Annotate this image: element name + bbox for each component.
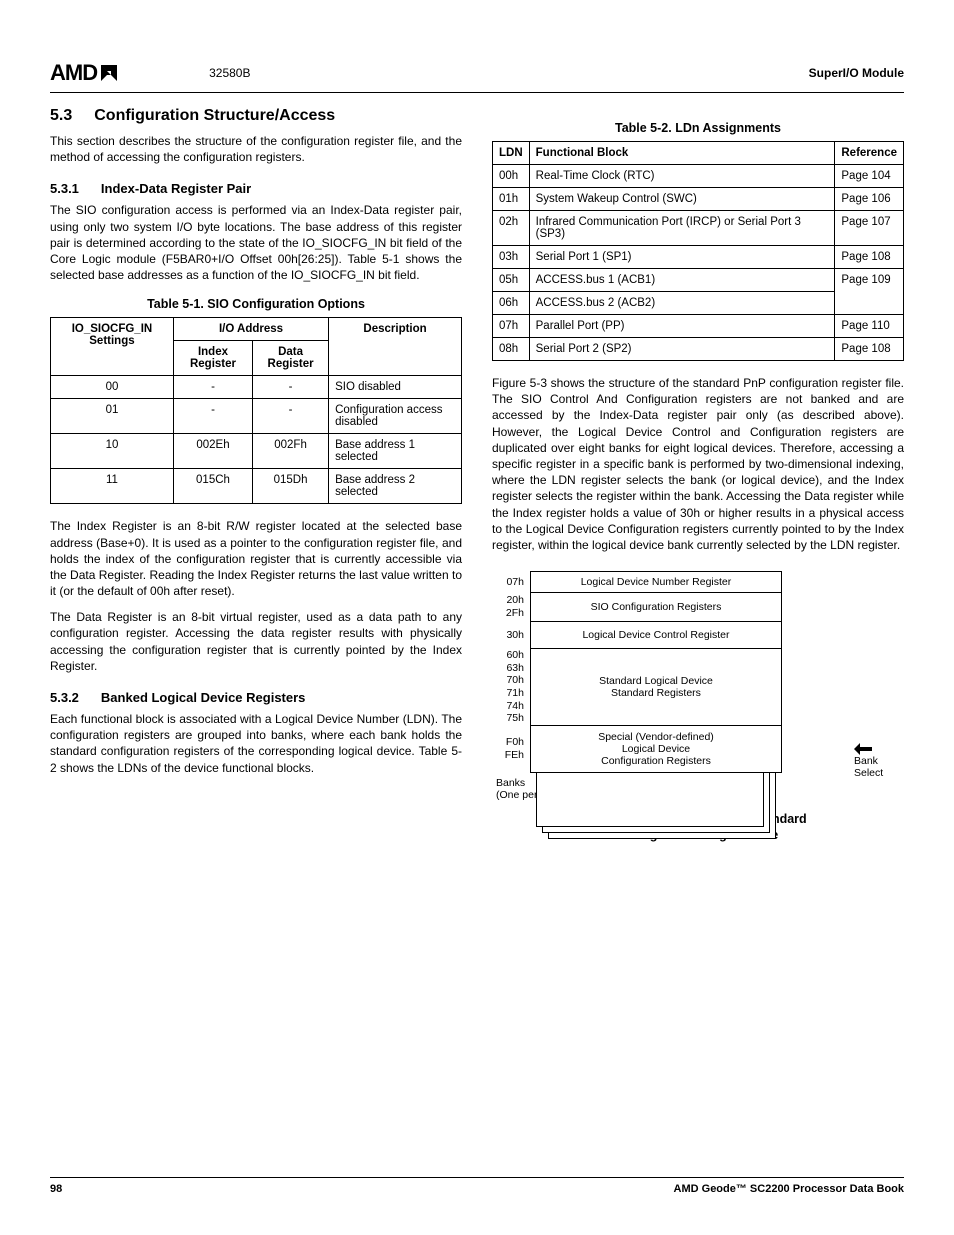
two-column-content: 5.3 Configuration Structure/Access This s… bbox=[50, 107, 904, 844]
page-footer: 98 AMD Geode™ SC2200 Processor Data Book bbox=[50, 1177, 904, 1195]
diag-box-ldctrl: Logical Device Control Register bbox=[530, 621, 782, 649]
subsection-532-heading: 5.3.2 Banked Logical Device Registers bbox=[50, 690, 462, 705]
amd-arrow-icon bbox=[99, 63, 119, 83]
figure-53-diagram: 07h Logical Device Number Register 20h2F… bbox=[492, 571, 904, 801]
diag-addr: F0h bbox=[492, 736, 524, 749]
diag-addr: 63h bbox=[492, 662, 524, 675]
arrow-left-icon bbox=[854, 743, 872, 755]
page-number: 98 bbox=[50, 1183, 62, 1195]
logo-text: AMD bbox=[50, 60, 97, 86]
page-header: AMD 32580B SuperI/O Module bbox=[50, 60, 904, 93]
rightcol-para: Figure 5-3 shows the structure of the st… bbox=[492, 375, 904, 553]
section-intro: This section describes the structure of … bbox=[50, 133, 462, 165]
section-heading: 5.3 Configuration Structure/Access bbox=[50, 107, 462, 125]
t51-h-data: Data Register bbox=[253, 341, 329, 376]
right-column: Table 5-2. LDn Assignments LDN Functiona… bbox=[492, 107, 904, 844]
diag-box-stdld: Standard Logical Device Standard Registe… bbox=[530, 648, 782, 726]
table-row: 11015Ch015DhBase address 2 selected bbox=[51, 469, 462, 504]
table-row: 00--SIO disabled bbox=[51, 376, 462, 399]
diag-box-siocfg: SIO Configuration Registers bbox=[530, 592, 782, 622]
diag-addr: 71h bbox=[492, 687, 524, 700]
t52-h-ldn: LDN bbox=[493, 142, 530, 165]
t51-h-index: Index Register bbox=[173, 341, 252, 376]
section-number: 5.3 bbox=[50, 107, 72, 124]
table-51: IO_SIOCFG_IN Settings I/O Address Descri… bbox=[50, 317, 462, 504]
subsection-title: Banked Logical Device Registers bbox=[101, 690, 305, 705]
sub531-p2: The Index Register is an 8-bit R/W regis… bbox=[50, 518, 462, 599]
t51-h-settings: IO_SIOCFG_IN Settings bbox=[51, 318, 174, 376]
sub531-p1: The SIO configuration access is performe… bbox=[50, 202, 462, 283]
subsection-number: 5.3.2 bbox=[50, 690, 79, 705]
section-title: Configuration Structure/Access bbox=[94, 107, 335, 124]
left-column: 5.3 Configuration Structure/Access This s… bbox=[50, 107, 462, 844]
table-row: 10002Eh002FhBase address 1 selected bbox=[51, 434, 462, 469]
table-52: LDN Functional Block Reference 00hReal-T… bbox=[492, 141, 904, 361]
t51-h-ioaddr: I/O Address bbox=[173, 318, 328, 341]
table52-caption: Table 5-2. LDn Assignments bbox=[492, 121, 904, 135]
diag-box-vendor: Special (Vendor-defined) Logical Device … bbox=[530, 725, 782, 773]
doc-id: 32580B bbox=[209, 66, 250, 80]
subsection-531-heading: 5.3.1 Index-Data Register Pair bbox=[50, 181, 462, 196]
diag-addr: 60h bbox=[492, 649, 524, 662]
diag-box-ldn: Logical Device Number Register bbox=[530, 571, 782, 593]
doc-section-label: SuperI/O Module bbox=[809, 66, 904, 80]
table51-caption: Table 5-1. SIO Configuration Options bbox=[50, 297, 462, 311]
sub531-p3: The Data Register is an 8-bit virtual re… bbox=[50, 609, 462, 674]
amd-logo: AMD bbox=[50, 60, 119, 86]
table-row: 02hInfrared Communication Port (IRCP) or… bbox=[493, 211, 904, 246]
diag-addr: 07h bbox=[492, 576, 524, 589]
table-row: 00hReal-Time Clock (RTC)Page 104 bbox=[493, 165, 904, 188]
bank-select-label: Bank Select bbox=[854, 571, 904, 801]
table-row: 03hSerial Port 1 (SP1)Page 108 bbox=[493, 246, 904, 269]
diag-addr: 2Fh bbox=[492, 607, 524, 620]
diag-addr: 74h bbox=[492, 700, 524, 713]
t51-h-desc: Description bbox=[329, 318, 462, 376]
table-row: 01hSystem Wakeup Control (SWC)Page 106 bbox=[493, 188, 904, 211]
table-row: 07hParallel Port (PP)Page 110 bbox=[493, 315, 904, 338]
diag-addr: 30h bbox=[492, 629, 524, 642]
table-row: 01--Configuration access disabled bbox=[51, 399, 462, 434]
table-row: 05hACCESS.bus 1 (ACB1)Page 109 bbox=[493, 269, 904, 292]
t52-h-fb: Functional Block bbox=[529, 142, 835, 165]
subsection-title: Index-Data Register Pair bbox=[101, 181, 251, 196]
diag-addr: 75h bbox=[492, 712, 524, 725]
diag-addr: 20h bbox=[492, 594, 524, 607]
diag-addr: FEh bbox=[492, 749, 524, 762]
book-title: AMD Geode™ SC2200 Processor Data Book bbox=[674, 1183, 904, 1195]
sub532-p1: Each functional block is associated with… bbox=[50, 711, 462, 776]
diag-addr: 70h bbox=[492, 674, 524, 687]
subsection-number: 5.3.1 bbox=[50, 181, 79, 196]
t52-h-ref: Reference bbox=[835, 142, 904, 165]
table-row: 08hSerial Port 2 (SP2)Page 108 bbox=[493, 338, 904, 361]
